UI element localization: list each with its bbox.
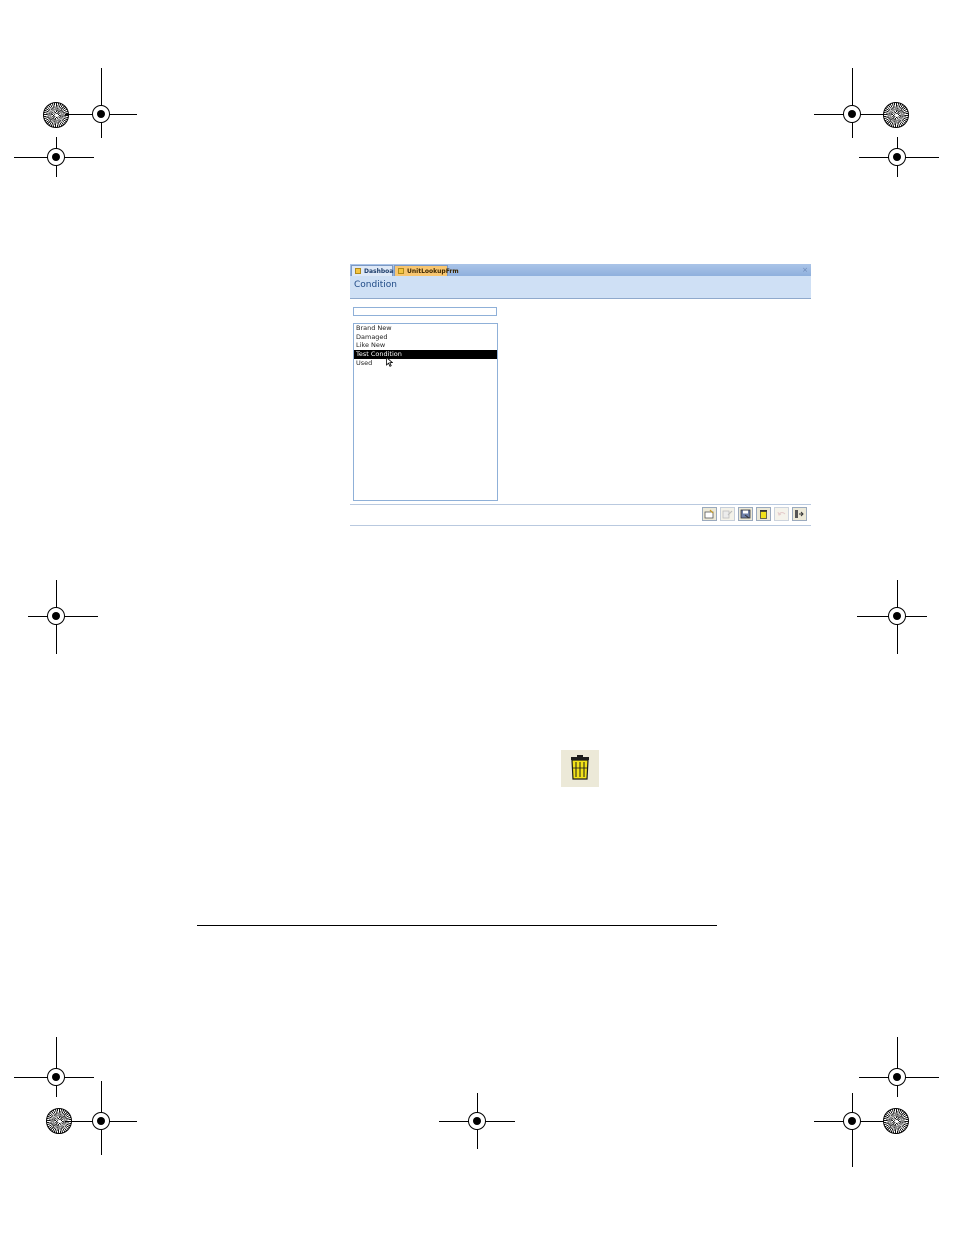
delete-record-button-enlarged <box>561 750 599 787</box>
form-header: Condition <box>350 276 811 299</box>
registration-starburst-icon <box>43 102 69 128</box>
registration-starburst-icon <box>883 102 909 128</box>
edit-record-button[interactable] <box>720 507 735 521</box>
exit-icon <box>795 510 804 518</box>
tab-label: UnitLookupFrm <box>407 268 459 275</box>
document-tab-bar: Dashboard UnitLookupFrm × <box>350 264 811 276</box>
new-record-button[interactable] <box>702 507 717 521</box>
tab-dashboard[interactable]: Dashboard <box>351 265 401 276</box>
list-item-selected[interactable]: Test Condition <box>354 350 497 359</box>
access-form-window: Dashboard UnitLookupFrm × Condition Bran… <box>350 264 811 526</box>
save-record-icon <box>740 509 751 519</box>
edit-record-icon <box>722 510 733 519</box>
undo-icon <box>777 511 786 516</box>
list-item[interactable]: Brand New <box>354 324 497 333</box>
trash-icon <box>760 510 767 519</box>
undo-button[interactable] <box>774 507 789 521</box>
record-toolbar <box>350 504 811 526</box>
mouse-pointer-icon <box>386 357 393 367</box>
list-item[interactable]: Like New <box>354 341 497 350</box>
close-icon[interactable]: × <box>802 265 808 275</box>
registration-starburst-icon <box>883 1108 909 1134</box>
horizontal-rule <box>197 925 717 926</box>
list-item[interactable]: Used <box>354 359 497 368</box>
tab-unitlookupfrm[interactable]: UnitLookupFrm <box>394 265 459 276</box>
condition-listbox[interactable]: Brand New Damaged Like New Test Conditio… <box>353 323 498 501</box>
close-form-button[interactable] <box>792 507 807 521</box>
save-record-button[interactable] <box>738 507 753 521</box>
new-record-icon <box>704 509 714 519</box>
form-icon <box>398 268 404 274</box>
trash-icon <box>571 755 589 780</box>
delete-record-button[interactable] <box>756 507 771 521</box>
form-title: Condition <box>354 280 397 290</box>
search-input[interactable] <box>353 307 497 316</box>
form-icon <box>355 268 361 274</box>
